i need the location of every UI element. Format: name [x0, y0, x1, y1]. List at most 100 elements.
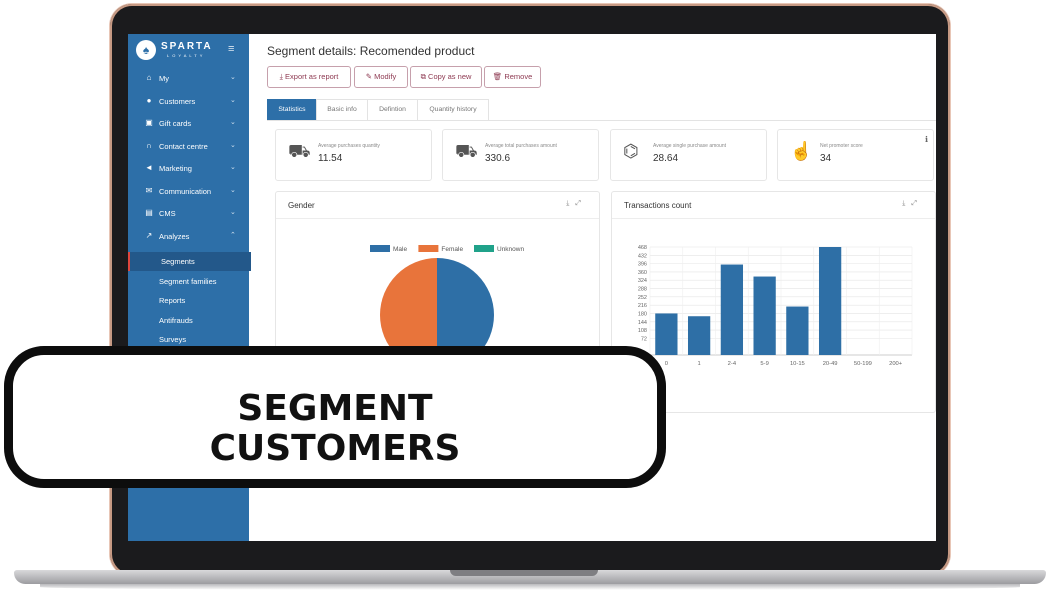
- hamburger-menu-icon[interactable]: ≡: [228, 43, 234, 55]
- panel-tools: ⤓⤢: [902, 200, 923, 208]
- chevron-down-icon: ⌄: [230, 74, 236, 81]
- x-tick-label: 1: [698, 361, 701, 367]
- sidebar-item-label: Analyzes: [159, 232, 190, 241]
- bar-1[interactable]: [687, 316, 711, 355]
- y-tick-label: 216: [638, 303, 647, 309]
- remove-label: Remove: [504, 72, 533, 81]
- sidebar-subitem-segment-families[interactable]: Segment families: [128, 272, 249, 291]
- cart-icon: ⛟: [455, 141, 478, 161]
- legend-swatch-unknown[interactable]: [474, 245, 494, 252]
- x-tick-label: 5-9: [760, 361, 768, 367]
- page-title: Segment details: Recomended product: [267, 44, 475, 58]
- sidebar-item-contact-centre[interactable]: ∩ Contact centre ⌄: [128, 136, 249, 156]
- home-icon: ⌂: [146, 73, 152, 82]
- y-tick-label: 288: [638, 287, 647, 293]
- sidebar-item-gift-cards[interactable]: ▣ Gift cards ⌄: [128, 113, 249, 133]
- brand-name: SPARTA: [161, 41, 213, 52]
- bar-0[interactable]: [655, 313, 678, 355]
- segment-customers-banner: SEGMENT CUSTOMERS: [4, 346, 666, 488]
- copy-label: Copy as new: [428, 72, 472, 81]
- tab-divider: [267, 120, 936, 121]
- sidebar-item-customers[interactable]: ● Customers ⌄: [128, 91, 249, 111]
- x-tick-label: 10-15: [790, 361, 805, 367]
- sidebar-item-cms[interactable]: ▤ CMS ⌄: [128, 203, 249, 223]
- tab-definition[interactable]: Defintion: [367, 99, 418, 120]
- legend-swatch-male[interactable]: [370, 245, 390, 252]
- chevron-down-icon: ⌄: [230, 164, 236, 171]
- x-tick-label: 2-4: [728, 361, 737, 367]
- stat-card-avg-total-purchases: ⛟ Average total purchases amount 330.6: [442, 129, 599, 181]
- sidebar-item-label: My: [159, 74, 169, 83]
- sidebar-item-my[interactable]: ⌂ My ⌄: [128, 68, 249, 88]
- chevron-down-icon: ⌄: [230, 97, 236, 104]
- remove-button[interactable]: 🗑 Remove: [484, 66, 541, 88]
- stat-card-net-promoter-score: ☝ Net promoter score 34: [777, 129, 934, 181]
- sidebar-item-communication[interactable]: ✉ Communication ⌄: [128, 181, 249, 201]
- expand-icon[interactable]: ⤢: [911, 200, 923, 207]
- expand-icon[interactable]: ⤢: [575, 200, 587, 207]
- stat-label: Net promoter score: [820, 143, 863, 149]
- transactions-panel-header: Transactions count ⤓⤢: [612, 192, 935, 219]
- info-icon[interactable]: ℹ: [925, 135, 928, 144]
- transactions-panel-title: Transactions count: [624, 201, 692, 210]
- y-tick-label: 432: [638, 253, 647, 259]
- sidebar-item-label: Customers: [159, 97, 196, 106]
- banner-line-2: CUSTOMERS: [209, 428, 461, 469]
- gift-icon: ▣: [145, 118, 153, 127]
- tab-basic-info[interactable]: Basic info: [316, 99, 368, 120]
- bar-2-4[interactable]: [720, 264, 744, 355]
- bar-5-9[interactable]: [753, 276, 776, 355]
- copy-icon: ⧉: [420, 72, 429, 81]
- sidebar-subitem-label: Surveys: [159, 335, 187, 344]
- sidebar-subitem-label: Segments: [161, 257, 195, 266]
- brand[interactable]: ♠ SPARTA LOYALTY ≡: [136, 40, 244, 62]
- bar-20-49[interactable]: [818, 247, 842, 355]
- edit-icon: ✎: [365, 72, 375, 81]
- y-tick-label: 252: [638, 295, 647, 301]
- chevron-down-icon: ⌄: [230, 209, 236, 216]
- modify-label: Modify: [374, 72, 397, 81]
- sidebar-item-label: Contact centre: [159, 142, 208, 151]
- sidebar-subitem-reports[interactable]: Reports: [128, 291, 249, 310]
- y-tick-label: 144: [638, 320, 647, 326]
- thumbs-up-icon: ☝: [790, 141, 813, 161]
- chevron-down-icon: ⌄: [230, 142, 236, 149]
- y-tick-label: 324: [638, 278, 647, 284]
- laptop-notch: [450, 570, 598, 576]
- user-icon: ●: [146, 96, 152, 105]
- chevron-up-icon: ⌃: [230, 232, 236, 239]
- envelope-icon: ✉: [145, 186, 153, 195]
- legend-label-female: Female: [441, 246, 463, 253]
- modify-button[interactable]: ✎ Modify: [354, 66, 408, 88]
- chevron-down-icon: ⌄: [230, 187, 236, 194]
- tag-icon: ⌬: [623, 141, 639, 161]
- tab-quantity-history[interactable]: Quantity history: [417, 99, 489, 120]
- legend-swatch-female[interactable]: [418, 245, 439, 252]
- stat-label: Average purchases quantity: [318, 143, 380, 149]
- trash-icon: 🗑: [492, 72, 505, 81]
- y-tick-label: 360: [638, 270, 647, 276]
- banner-line-1: SEGMENT: [237, 388, 433, 429]
- stat-label: Average single purchase amount: [653, 143, 727, 149]
- stat-value: 34: [820, 153, 832, 164]
- sidebar-subitem-antifrauds[interactable]: Antifrauds: [128, 311, 249, 330]
- sidebar-item-marketing[interactable]: ◄ Marketing ⌄: [128, 158, 249, 178]
- banner-text: SEGMENT CUSTOMERS: [13, 389, 657, 469]
- sidebar-item-analyzes[interactable]: ↗ Analyzes ⌃: [128, 226, 249, 246]
- x-tick-label: 0: [665, 361, 668, 367]
- sidebar-subitem-label: Antifrauds: [159, 316, 193, 325]
- y-tick-label: 108: [638, 328, 647, 334]
- x-tick-label: 50-199: [854, 361, 872, 367]
- laptop-shadow: [40, 584, 1020, 590]
- export-report-button[interactable]: ⤓ Export as report: [267, 66, 351, 88]
- copy-as-new-button[interactable]: ⧉ Copy as new: [410, 66, 482, 88]
- laptop-chin: [128, 541, 936, 569]
- tab-statistics[interactable]: Statistics: [267, 99, 317, 120]
- cms-icon: ▤: [145, 208, 153, 217]
- export-report-label: Export as report: [285, 72, 339, 81]
- bar-10-15[interactable]: [786, 306, 809, 355]
- gender-panel-title: Gender: [288, 201, 315, 210]
- y-tick-label: 180: [638, 311, 647, 317]
- stat-value: 28.64: [653, 153, 679, 164]
- sidebar-subitem-segments[interactable]: Segments: [128, 252, 251, 271]
